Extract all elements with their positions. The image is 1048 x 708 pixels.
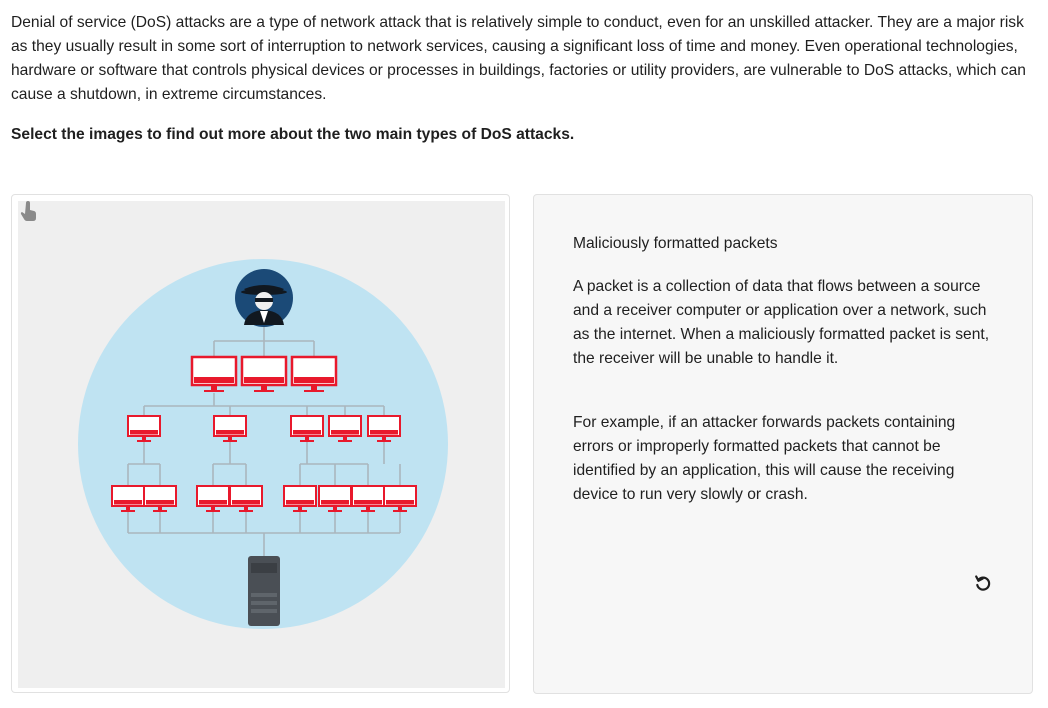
touch-hand-icon — [20, 201, 36, 221]
dos-image-card[interactable] — [11, 194, 510, 693]
detail-paragraph-1: A packet is a collection of data that fl… — [573, 278, 990, 367]
dos-illustration-area[interactable] — [18, 201, 505, 688]
detail-card: Maliciously formatted packets A packet i… — [533, 194, 1033, 694]
hacker-network-illustration — [78, 259, 448, 629]
reset-icon — [975, 575, 991, 591]
instruction-text: Select the images to find out more about… — [11, 126, 575, 143]
reset-button[interactable] — [971, 571, 995, 595]
detail-title: Maliciously formatted packets — [573, 235, 778, 252]
detail-paragraph-2: For example, if an attacker forwards pac… — [573, 414, 956, 503]
intro-paragraph: Denial of service (DoS) attacks are a ty… — [11, 14, 1026, 103]
attacker-avatar — [235, 269, 293, 327]
target-server — [248, 556, 280, 626]
